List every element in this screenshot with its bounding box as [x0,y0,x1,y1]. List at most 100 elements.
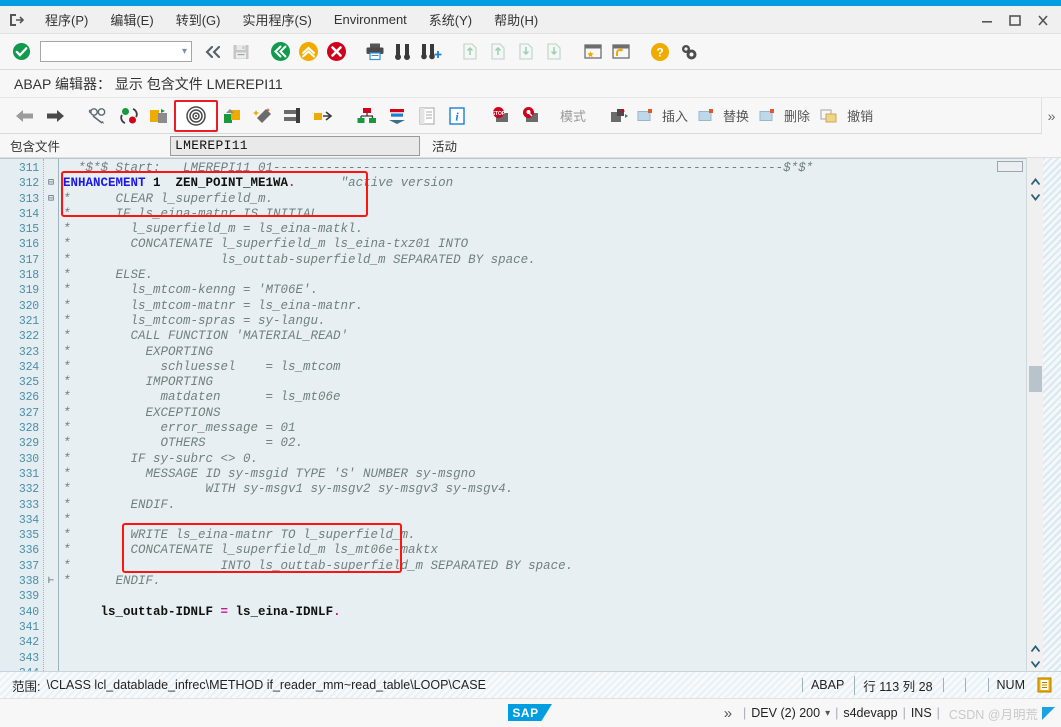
menu-item-environment[interactable]: Environment [323,9,418,30]
code-fold-column[interactable]: ⊟⊟⊢⊢ [44,159,58,671]
enhancement-highlighted-button[interactable] [174,99,218,132]
code-line[interactable]: * ENDIF. [59,574,1026,589]
navigation-stack-button[interactable] [382,101,412,131]
save-button[interactable] [228,39,254,65]
code-line[interactable] [59,620,1026,635]
code-line[interactable]: * CLEAR l_superfield_m. [59,192,1026,207]
code-line[interactable]: * ls_mtcom-matnr = ls_eina-matnr. [59,299,1026,314]
fold-toggle[interactable]: ⊟ [44,176,58,191]
prev-page-button[interactable] [485,39,511,65]
scroll-down-arrow-icon[interactable] [1028,656,1043,671]
enter-check-button[interactable] [8,39,34,65]
toolbar-overflow-button[interactable]: » [1041,98,1061,134]
scroll-page-up-icon[interactable] [1028,189,1043,204]
breakpoint-button[interactable]: STOP [486,101,516,131]
menu-item-edit[interactable]: 编辑(E) [99,7,164,32]
code-line[interactable]: ls_outtab-IDNLF = ls_eina-IDNLF. [59,605,1026,620]
code-line[interactable]: * IF sy-subrc <> 0. [59,452,1026,467]
system-overflow-button[interactable]: » [724,705,738,722]
clipboard-icon[interactable] [1033,677,1055,693]
code-line[interactable] [59,666,1026,671]
code-line[interactable]: * ls_mtcom-kenng = 'MT06E'. [59,283,1026,298]
chevron-down-icon[interactable]: ▾ [820,708,830,719]
scroll-thumb[interactable] [1029,366,1042,392]
nav-back-button[interactable] [10,101,40,131]
code-line[interactable]: * ls_mtcom-spras = sy-langu. [59,314,1026,329]
back-button[interactable] [200,39,226,65]
code-line[interactable]: * OTHERS = 02. [59,436,1026,451]
code-line[interactable]: * schluessel = ls_mtcom [59,360,1026,375]
code-line[interactable]: * CONCATENATE l_superfield_m ls_mt06e-ma… [59,543,1026,558]
code-line[interactable]: * MESSAGE ID sy-msgid TYPE 'S' NUMBER sy… [59,467,1026,482]
cancel-up-button[interactable] [295,39,321,65]
menu-item-system[interactable]: 系统(Y) [418,7,483,32]
code-line[interactable]: * IF ls_eina-matnr IS INITIAL. [59,207,1026,222]
where-used-button[interactable] [308,101,338,131]
enhancement-info-button[interactable] [218,101,248,131]
structure-button[interactable] [352,101,382,131]
menu-item-program[interactable]: 程序(P) [34,7,99,32]
find-next-button[interactable] [418,39,444,65]
new-session-button[interactable] [608,39,634,65]
code-line[interactable]: * error_message = 01 [59,421,1026,436]
watchpoint-button[interactable] [516,101,546,131]
mode-toggle-button[interactable] [604,101,634,131]
system-id[interactable]: DEV (2) 200 [751,706,820,720]
replace-button[interactable]: 替换 [695,101,756,131]
print-button[interactable] [362,39,388,65]
code-line[interactable]: * ELSE. [59,268,1026,283]
code-line[interactable]: * ENDIF. [59,498,1026,513]
sap-menu-icon[interactable] [0,13,34,27]
menu-item-goto[interactable]: 转到(G) [165,7,232,32]
code-line[interactable]: * EXPORTING [59,345,1026,360]
first-page-button[interactable] [457,39,483,65]
delete-button[interactable]: 删除 [756,101,817,131]
code-lines[interactable]: *$*$ Start: LMEREPI11_01----------------… [58,159,1026,671]
code-line[interactable]: * EXCEPTIONS [59,406,1026,421]
display-change-button[interactable] [84,101,114,131]
create-favorite-button[interactable] [580,39,606,65]
menu-item-help[interactable]: 帮助(H) [483,7,549,32]
customize-button[interactable] [675,39,701,65]
code-line[interactable] [59,651,1026,666]
undo-button[interactable]: 撤销 [817,101,880,131]
code-line[interactable]: * CONCATENATE l_superfield_m ls_eina-txz… [59,237,1026,252]
code-line[interactable] [59,589,1026,604]
resize-grip-icon[interactable] [1042,706,1055,720]
stop-button[interactable] [323,39,349,65]
menu-item-utilities[interactable]: 实用程序(S) [231,7,322,32]
code-line[interactable]: *$*$ Start: LMEREPI11_01----------------… [59,161,1026,176]
scroll-top-button[interactable] [997,161,1023,172]
next-page-button[interactable] [513,39,539,65]
code-line[interactable]: * WRITE ls_eina-matnr TO l_superfield_m. [59,528,1026,543]
close-button[interactable] [1029,8,1057,32]
maximize-button[interactable] [1001,8,1029,32]
insert-button[interactable]: 插入 [634,101,695,131]
fold-toggle[interactable]: ⊟ [44,192,58,207]
code-line[interactable]: * ls_outtab-superfield_m SEPARATED BY sp… [59,253,1026,268]
editor-vertical-scrollbar[interactable] [997,158,1043,671]
code-line[interactable]: ENHANCEMENT 1 ZEN_POINT_ME1WA. "active v… [59,176,1026,191]
fold-toggle[interactable]: ⊢ [44,574,58,589]
scroll-up-arrow-icon[interactable] [1028,174,1043,189]
nav-forward-button[interactable] [40,101,70,131]
other-object-button[interactable] [144,101,174,131]
code-line[interactable]: * matdaten = ls_mt06e [59,390,1026,405]
activate-button[interactable] [114,101,144,131]
object-name-input[interactable]: LMEREPI11 [170,135,420,156]
last-page-button[interactable] [541,39,567,65]
info-button[interactable]: i [442,101,472,131]
code-line[interactable]: * INTO ls_outtab-superfield_m SEPARATED … [59,559,1026,574]
code-viewport[interactable]: 311 312 313 314 315 316 317 318 319 320 321 322 323 3… [0,158,1026,671]
help-button[interactable]: ? [647,39,673,65]
minimize-button[interactable] [973,8,1001,32]
exit-button[interactable] [267,39,293,65]
code-line[interactable]: * IMPORTING [59,375,1026,390]
find-button[interactable] [390,39,416,65]
scroll-page-down-icon[interactable] [1028,641,1043,656]
command-field[interactable]: ▾ [40,41,192,62]
documentation-button[interactable] [412,101,442,131]
code-line[interactable]: * CALL FUNCTION 'MATERIAL_READ' [59,329,1026,344]
code-line[interactable]: * [59,513,1026,528]
code-line[interactable] [59,635,1026,650]
